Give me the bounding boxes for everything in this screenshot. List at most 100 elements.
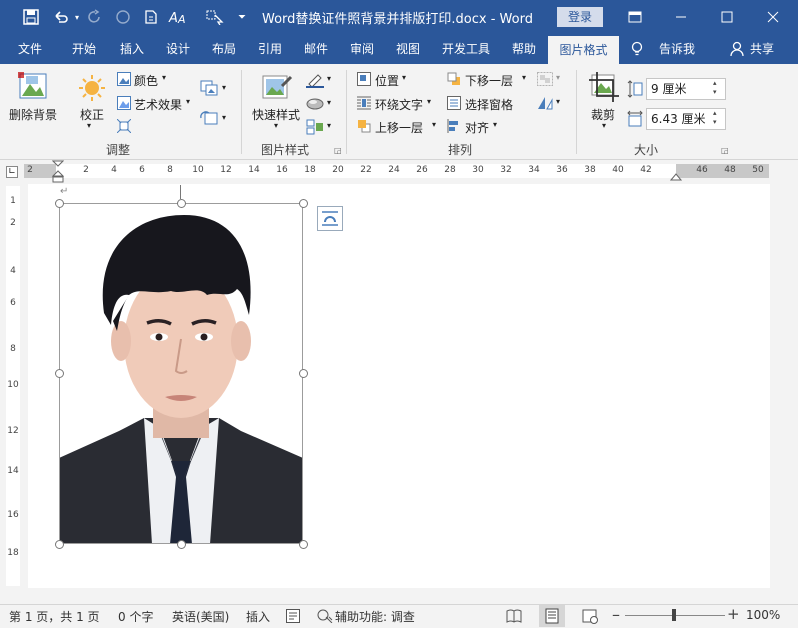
minimize-icon[interactable] (658, 0, 704, 34)
customize-icon[interactable]: ⏷ (234, 6, 250, 28)
position-icon[interactable] (357, 72, 371, 89)
wrap-chevron-down-icon[interactable]: ▾ (427, 97, 431, 106)
picture-layout-icon[interactable] (306, 119, 324, 138)
resize-handle-left[interactable] (54, 369, 64, 378)
reset-picture-chevron-down-icon[interactable]: ▾ (222, 113, 226, 122)
undo-icon[interactable] (50, 6, 72, 28)
share-button[interactable]: 共享 (747, 34, 777, 64)
send-backward-chevron-down-icon[interactable]: ▾ (522, 73, 526, 82)
resize-handle-top-right[interactable] (298, 198, 308, 208)
send-backward-button[interactable]: 下移一层 (465, 72, 513, 89)
tab-layout[interactable]: 布局 (202, 34, 246, 64)
width-spinner[interactable]: ▴ ▾ (713, 109, 717, 127)
color-button[interactable]: 颜色 (134, 72, 158, 89)
tab-review[interactable]: 审阅 (340, 34, 384, 64)
select-icon[interactable] (203, 6, 229, 28)
tab-file[interactable]: 文件 (8, 34, 52, 64)
artistic-chevron-down-icon[interactable]: ▾ (186, 97, 190, 106)
change-picture-icon[interactable] (200, 80, 218, 99)
corrections-button[interactable]: 校正 (80, 106, 104, 123)
selection-pane-icon[interactable] (447, 96, 461, 113)
language-indicator[interactable]: 英语(美国) (172, 608, 229, 625)
close-icon[interactable] (750, 0, 796, 34)
zoom-slider-thumb[interactable] (672, 609, 676, 621)
touch-mode-icon[interactable] (112, 6, 134, 28)
resize-handle-bottom-left[interactable] (54, 539, 64, 549)
selection-pane-button[interactable]: 选择窗格 (465, 96, 513, 113)
align-button[interactable]: 对齐 (465, 119, 489, 136)
border-chevron-down-icon[interactable]: ▾ (327, 74, 331, 83)
tab-references[interactable]: 引用 (248, 34, 292, 64)
tab-home[interactable]: 开始 (62, 34, 106, 64)
dialog-launcher-icon[interactable]: ◲ (334, 146, 342, 155)
corrections-chevron-down-icon[interactable]: ▾ (87, 121, 91, 130)
read-mode-icon[interactable] (506, 608, 522, 627)
tab-view[interactable]: 视图 (386, 34, 430, 64)
restore-icon[interactable] (612, 0, 658, 34)
redo-icon[interactable] (84, 6, 106, 28)
accessibility-status[interactable]: 辅助功能: 调查 (335, 608, 415, 625)
picture-effects-icon[interactable] (306, 96, 324, 115)
accessibility-icon[interactable] (317, 609, 333, 626)
tab-selector[interactable]: ∟ (6, 166, 18, 178)
tab-insert[interactable]: 插入 (110, 34, 154, 64)
corrections-icon[interactable] (78, 74, 106, 105)
bring-forward-button[interactable]: 上移一层 (375, 119, 423, 136)
reset-picture-icon[interactable] (200, 110, 218, 129)
undo-dropdown-icon[interactable]: ▾ (72, 6, 82, 28)
bring-forward-chevron-down-icon[interactable]: ▾ (432, 120, 436, 129)
compress-pictures-icon[interactable] (116, 118, 132, 136)
quick-styles-chevron-down-icon[interactable]: ▾ (274, 121, 278, 130)
color-icon[interactable] (117, 72, 131, 89)
insert-mode[interactable]: 插入 (246, 608, 270, 625)
macro-record-icon[interactable] (286, 609, 300, 626)
color-chevron-down-icon[interactable]: ▾ (162, 73, 166, 82)
maximize-icon[interactable] (704, 0, 750, 34)
rotate-icon[interactable] (537, 96, 553, 113)
crop-chevron-down-icon[interactable]: ▾ (602, 121, 606, 130)
remove-background-button[interactable]: 删除背景 (9, 106, 57, 123)
group-chevron-down-icon[interactable]: ▾ (556, 73, 560, 82)
bring-forward-icon[interactable] (357, 119, 371, 136)
position-chevron-down-icon[interactable]: ▾ (402, 73, 406, 82)
align-icon[interactable] (447, 119, 461, 136)
wrap-text-icon[interactable] (357, 96, 371, 113)
new-doc-icon[interactable] (140, 6, 162, 28)
position-button[interactable]: 位置 (375, 72, 399, 89)
layout-chevron-down-icon[interactable]: ▾ (327, 121, 331, 130)
remove-background-icon[interactable] (17, 72, 51, 105)
resize-handle-bottom-right[interactable] (298, 539, 308, 549)
tab-help[interactable]: 帮助 (502, 34, 546, 64)
resize-handle-top[interactable] (176, 198, 186, 208)
tab-design[interactable]: 设计 (156, 34, 200, 64)
wrap-text-button[interactable]: 环绕文字 (375, 96, 423, 113)
crop-icon[interactable] (589, 72, 619, 105)
font-icon[interactable]: AA (166, 6, 192, 28)
rotate-chevron-down-icon[interactable]: ▾ (556, 97, 560, 106)
save-icon[interactable] (20, 6, 42, 28)
first-line-indent-marker[interactable] (51, 160, 65, 187)
effects-chevron-down-icon[interactable]: ▾ (327, 98, 331, 107)
artistic-effects-icon[interactable] (117, 96, 131, 113)
send-backward-icon[interactable] (447, 72, 461, 89)
tell-me-search[interactable]: 告诉我 (652, 34, 702, 64)
picture-border-icon[interactable] (306, 72, 324, 91)
resize-handle-right[interactable] (298, 369, 308, 378)
word-count[interactable]: 0 个字 (118, 608, 153, 625)
print-layout-icon[interactable] (544, 608, 560, 627)
zoom-out-button[interactable]: – (612, 605, 620, 624)
align-chevron-down-icon[interactable]: ▾ (493, 120, 497, 129)
zoom-in-button[interactable]: + (727, 605, 740, 623)
group-objects-icon[interactable] (537, 72, 553, 89)
zoom-level[interactable]: 100% (746, 608, 780, 622)
size-dialog-launcher-icon[interactable]: ◲ (721, 146, 729, 155)
right-indent-marker[interactable] (669, 170, 683, 184)
tab-mailings[interactable]: 邮件 (294, 34, 338, 64)
layout-options-icon[interactable] (317, 206, 343, 231)
resize-handle-top-left[interactable] (54, 198, 64, 208)
web-layout-icon[interactable] (582, 608, 598, 627)
login-button[interactable]: 登录 (557, 7, 603, 27)
height-spinner[interactable]: ▴ ▾ (713, 79, 717, 97)
artistic-effects-button[interactable]: 艺术效果 (134, 96, 182, 113)
tab-picture-format[interactable]: 图片格式 (548, 36, 619, 64)
